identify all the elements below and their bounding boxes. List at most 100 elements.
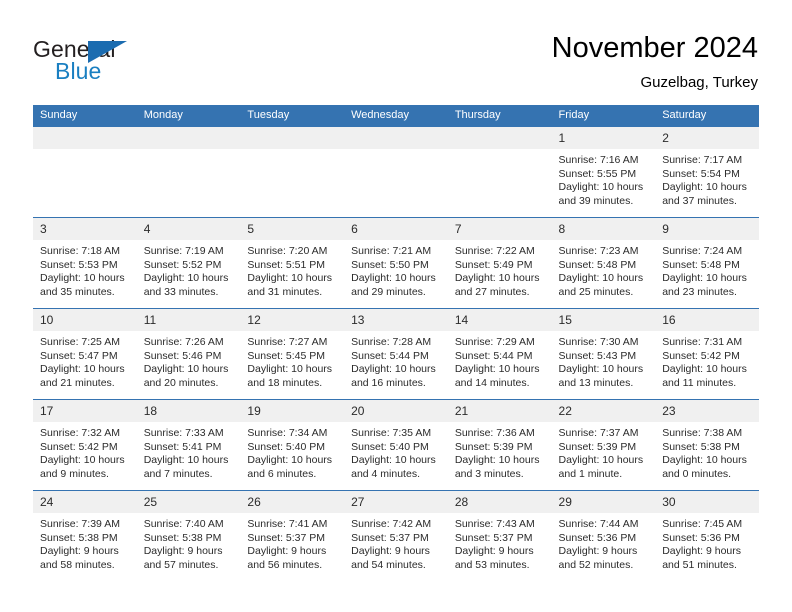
sunset-time: Sunset: 5:53 PM bbox=[40, 258, 118, 271]
daylight-duration-line1: Daylight: 10 hours bbox=[247, 363, 333, 375]
day-number bbox=[136, 127, 241, 149]
day-details: Sunrise: 7:24 AM Sunset: 5:48 PM Daylight:… bbox=[655, 240, 759, 299]
calendar-day-cell[interactable]: 23 Sunrise: 7:38 AM Sunset: 5:38 PM Dayligh… bbox=[655, 399, 759, 491]
calendar-day-cell[interactable]: 5 Sunrise: 7:20 AM Sunset: 5:51 PM Daylight… bbox=[240, 217, 345, 309]
day-details: Sunrise: 7:27 AM Sunset: 5:45 PM Daylight:… bbox=[240, 331, 344, 390]
sunrise-time: Sunrise: 7:16 AM bbox=[558, 154, 639, 166]
day-number: 9 bbox=[655, 218, 759, 240]
sunset-time: Sunset: 5:38 PM bbox=[40, 531, 118, 544]
daylight-duration-line1: Daylight: 10 hours bbox=[662, 181, 747, 193]
calendar-day-cell[interactable]: 10 Sunrise: 7:25 AM Sunset: 5:47 PM Dayligh… bbox=[33, 308, 137, 400]
weekday-header-friday: Friday bbox=[551, 105, 656, 127]
daylight-duration-line1: Daylight: 10 hours bbox=[558, 363, 644, 375]
day-number: 10 bbox=[33, 309, 137, 331]
calendar-week-row: 3 Sunrise: 7:18 AM Sunset: 5:53 PM Daylight… bbox=[33, 217, 759, 309]
sunrise-time: Sunrise: 7:30 AM bbox=[558, 336, 639, 348]
daylight-duration-line2: and 53 minutes. bbox=[454, 558, 530, 571]
calendar-day-cell[interactable]: 2 Sunrise: 7:17 AM Sunset: 5:54 PM Daylight… bbox=[655, 127, 759, 218]
calendar-header-row: Sunday Monday Tuesday Wednesday Thursday… bbox=[33, 105, 759, 127]
sunset-time: Sunset: 5:39 PM bbox=[454, 440, 533, 453]
sunrise-time: Sunrise: 7:34 AM bbox=[247, 427, 328, 439]
sunrise-time: Sunrise: 7:37 AM bbox=[558, 427, 639, 439]
calendar-cell-empty bbox=[136, 127, 241, 218]
sunset-time: Sunset: 5:38 PM bbox=[143, 531, 222, 544]
day-details: Sunrise: 7:34 AM Sunset: 5:40 PM Daylight:… bbox=[240, 422, 344, 481]
title-block: November 2024 Guzelbag, Turkey bbox=[552, 30, 758, 94]
calendar-day-cell[interactable]: 8 Sunrise: 7:23 AM Sunset: 5:48 PM Daylight… bbox=[551, 217, 656, 309]
day-number bbox=[344, 127, 448, 149]
day-number: 26 bbox=[240, 491, 345, 513]
sunrise-sunset-calendar-table: Sunday Monday Tuesday Wednesday Thursday… bbox=[33, 105, 759, 581]
day-number: 19 bbox=[240, 400, 345, 422]
daylight-duration-line2: and 9 minutes. bbox=[40, 467, 109, 480]
calendar-day-cell[interactable]: 17 Sunrise: 7:32 AM Sunset: 5:42 PM Dayligh… bbox=[33, 399, 137, 491]
calendar-day-cell[interactable]: 26 Sunrise: 7:41 AM Sunset: 5:37 PM Dayligh… bbox=[240, 490, 345, 581]
day-details: Sunrise: 7:44 AM Sunset: 5:36 PM Daylight:… bbox=[552, 513, 656, 572]
day-number: 15 bbox=[551, 309, 656, 331]
daylight-duration-line2: and 11 minutes. bbox=[662, 376, 737, 389]
daylight-duration-line2: and 18 minutes. bbox=[247, 376, 323, 389]
daylight-duration-line1: Daylight: 10 hours bbox=[454, 272, 540, 284]
daylight-duration-line2: and 21 minutes. bbox=[40, 376, 115, 389]
calendar-day-cell[interactable]: 6 Sunrise: 7:21 AM Sunset: 5:50 PM Daylight… bbox=[344, 217, 448, 309]
day-number: 18 bbox=[136, 400, 241, 422]
day-number: 27 bbox=[344, 491, 448, 513]
day-number: 30 bbox=[655, 491, 759, 513]
calendar-day-cell[interactable]: 20 Sunrise: 7:35 AM Sunset: 5:40 PM Dayligh… bbox=[344, 399, 448, 491]
calendar-day-cell[interactable]: 12 Sunrise: 7:27 AM Sunset: 5:45 PM Dayligh… bbox=[240, 308, 345, 400]
sunset-time: Sunset: 5:51 PM bbox=[247, 258, 326, 271]
day-number: 20 bbox=[344, 400, 448, 422]
sunset-time: Sunset: 5:42 PM bbox=[40, 440, 118, 453]
sunrise-time: Sunrise: 7:45 AM bbox=[662, 518, 743, 530]
calendar-day-cell[interactable]: 15 Sunrise: 7:30 AM Sunset: 5:43 PM Dayligh… bbox=[551, 308, 656, 400]
calendar-day-cell[interactable]: 4 Sunrise: 7:19 AM Sunset: 5:52 PM Daylight… bbox=[136, 217, 241, 309]
calendar-day-cell[interactable]: 25 Sunrise: 7:40 AM Sunset: 5:38 PM Dayligh… bbox=[136, 490, 241, 581]
sunset-time: Sunset: 5:52 PM bbox=[143, 258, 222, 271]
day-number: 3 bbox=[33, 218, 137, 240]
daylight-duration-line2: and 7 minutes. bbox=[143, 467, 213, 480]
daylight-duration-line1: Daylight: 10 hours bbox=[143, 272, 229, 284]
calendar-day-cell[interactable]: 16 Sunrise: 7:31 AM Sunset: 5:42 PM Dayligh… bbox=[655, 308, 759, 400]
calendar-day-cell[interactable]: 18 Sunrise: 7:33 AM Sunset: 5:41 PM Dayligh… bbox=[136, 399, 241, 491]
sunrise-time: Sunrise: 7:24 AM bbox=[662, 245, 743, 257]
calendar-day-cell[interactable]: 21 Sunrise: 7:36 AM Sunset: 5:39 PM Dayligh… bbox=[447, 399, 552, 491]
calendar-page: General Blue November 2024 Guzelbag, Tur… bbox=[0, 0, 792, 612]
day-details: Sunrise: 7:41 AM Sunset: 5:37 PM Daylight:… bbox=[240, 513, 344, 572]
calendar-day-cell[interactable]: 22 Sunrise: 7:37 AM Sunset: 5:39 PM Dayligh… bbox=[551, 399, 656, 491]
calendar-day-cell[interactable]: 28 Sunrise: 7:43 AM Sunset: 5:37 PM Dayligh… bbox=[447, 490, 552, 581]
calendar-cell-empty bbox=[240, 127, 345, 218]
daylight-duration-line1: Daylight: 9 hours bbox=[558, 545, 638, 557]
calendar-day-cell[interactable]: 19 Sunrise: 7:34 AM Sunset: 5:40 PM Dayligh… bbox=[240, 399, 345, 491]
sunset-time: Sunset: 5:40 PM bbox=[351, 440, 429, 453]
sunrise-time: Sunrise: 7:35 AM bbox=[351, 427, 432, 439]
day-number: 29 bbox=[551, 491, 656, 513]
calendar-day-cell[interactable]: 9 Sunrise: 7:24 AM Sunset: 5:48 PM Daylight… bbox=[655, 217, 759, 309]
page-title: November 2024 bbox=[551, 32, 758, 64]
sunset-time: Sunset: 5:48 PM bbox=[558, 258, 637, 271]
sunset-time: Sunset: 5:45 PM bbox=[247, 349, 326, 362]
day-details: Sunrise: 7:17 AM Sunset: 5:54 PM Daylight:… bbox=[655, 149, 759, 208]
day-number: 17 bbox=[33, 400, 137, 422]
day-number bbox=[33, 127, 137, 149]
calendar-day-cell[interactable]: 1 Sunrise: 7:16 AM Sunset: 5:55 PM Daylight… bbox=[551, 127, 656, 218]
calendar-day-cell[interactable]: 11 Sunrise: 7:26 AM Sunset: 5:46 PM Dayligh… bbox=[136, 308, 241, 400]
daylight-duration-line2: and 57 minutes. bbox=[143, 558, 219, 571]
calendar-day-cell[interactable]: 14 Sunrise: 7:29 AM Sunset: 5:44 PM Dayligh… bbox=[447, 308, 552, 400]
day-details: Sunrise: 7:18 AM Sunset: 5:53 PM Daylight:… bbox=[33, 240, 137, 299]
daylight-duration-line1: Daylight: 10 hours bbox=[662, 363, 747, 375]
calendar-day-cell[interactable]: 24 Sunrise: 7:39 AM Sunset: 5:38 PM Dayligh… bbox=[33, 490, 137, 581]
calendar-day-cell[interactable]: 3 Sunrise: 7:18 AM Sunset: 5:53 PM Daylight… bbox=[33, 217, 137, 309]
day-details: Sunrise: 7:33 AM Sunset: 5:41 PM Daylight:… bbox=[137, 422, 241, 481]
calendar-day-cell[interactable]: 7 Sunrise: 7:22 AM Sunset: 5:49 PM Daylight… bbox=[447, 217, 552, 309]
calendar-day-cell[interactable]: 13 Sunrise: 7:28 AM Sunset: 5:44 PM Dayligh… bbox=[344, 308, 448, 400]
calendar-day-cell[interactable]: 30 Sunrise: 7:45 AM Sunset: 5:36 PM Dayligh… bbox=[655, 490, 759, 581]
day-details: Sunrise: 7:19 AM Sunset: 5:52 PM Daylight:… bbox=[137, 240, 241, 299]
calendar-day-cell[interactable]: 29 Sunrise: 7:44 AM Sunset: 5:36 PM Dayligh… bbox=[551, 490, 656, 581]
calendar-week-row: 10 Sunrise: 7:25 AM Sunset: 5:47 PM Dayligh… bbox=[33, 308, 759, 400]
daylight-duration-line2: and 6 minutes. bbox=[247, 467, 317, 480]
daylight-duration-line1: Daylight: 10 hours bbox=[351, 363, 436, 375]
daylight-duration-line2: and 54 minutes. bbox=[351, 558, 426, 571]
day-number: 12 bbox=[240, 309, 345, 331]
calendar-day-cell[interactable]: 27 Sunrise: 7:42 AM Sunset: 5:37 PM Dayligh… bbox=[344, 490, 448, 581]
day-number: 5 bbox=[240, 218, 345, 240]
